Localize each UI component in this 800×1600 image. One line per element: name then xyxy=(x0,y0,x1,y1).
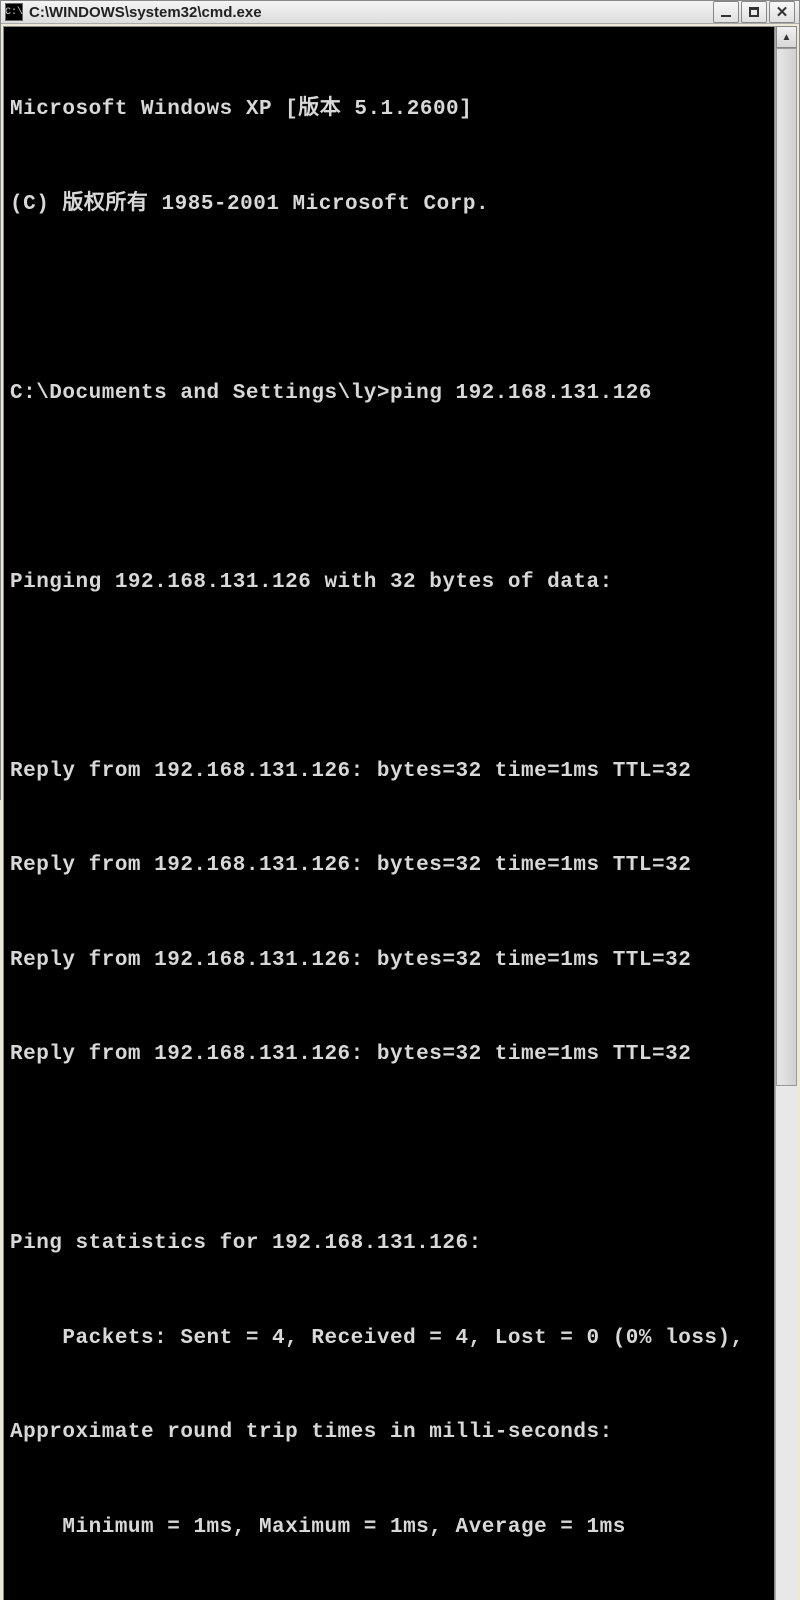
terminal-blank xyxy=(10,283,768,315)
vertical-scrollbar[interactable]: ▲ ▼ xyxy=(775,26,797,1600)
terminal-blank xyxy=(10,1134,768,1166)
terminal-line: Microsoft Windows XP [版本 5.1.2600] xyxy=(10,94,768,126)
minimize-button[interactable] xyxy=(713,1,739,23)
terminal-line: Minimum = 1ms, Maximum = 1ms, Average = … xyxy=(10,1512,768,1544)
terminal-line: Reply from 192.168.131.126: bytes=32 tim… xyxy=(10,1039,768,1071)
cmd-window: C:\ C:\WINDOWS\system32\cmd.exe ✕ Micros… xyxy=(0,0,800,800)
window-title: C:\WINDOWS\system32\cmd.exe xyxy=(29,4,713,21)
terminal-output[interactable]: Microsoft Windows XP [版本 5.1.2600] (C) 版… xyxy=(3,26,775,1600)
terminal-line: Reply from 192.168.131.126: bytes=32 tim… xyxy=(10,850,768,882)
maximize-button[interactable] xyxy=(741,1,767,23)
close-button[interactable]: ✕ xyxy=(769,1,795,23)
terminal-line: Packets: Sent = 4, Received = 4, Lost = … xyxy=(10,1323,768,1355)
terminal-line: Approximate round trip times in milli-se… xyxy=(10,1417,768,1449)
scroll-up-button[interactable]: ▲ xyxy=(776,26,797,48)
titlebar[interactable]: C:\ C:\WINDOWS\system32\cmd.exe ✕ xyxy=(1,1,799,24)
close-icon: ✕ xyxy=(776,5,789,20)
cmd-icon: C:\ xyxy=(5,3,23,21)
terminal-line: Pinging 192.168.131.126 with 32 bytes of… xyxy=(10,567,768,599)
scroll-track[interactable] xyxy=(776,48,797,1600)
terminal-line: (C) 版权所有 1985-2001 Microsoft Corp. xyxy=(10,189,768,221)
window-controls: ✕ xyxy=(713,1,795,23)
maximize-icon xyxy=(749,7,759,17)
terminal-blank xyxy=(10,472,768,504)
terminal-line: C:\Documents and Settings\ly>ping 192.16… xyxy=(10,378,768,410)
terminal-blank xyxy=(10,661,768,693)
minimize-icon xyxy=(721,15,731,17)
scroll-thumb[interactable] xyxy=(776,48,797,1086)
terminal-line: Ping statistics for 192.168.131.126: xyxy=(10,1228,768,1260)
content-area: Microsoft Windows XP [版本 5.1.2600] (C) 版… xyxy=(1,24,799,1600)
terminal-line: Reply from 192.168.131.126: bytes=32 tim… xyxy=(10,945,768,977)
chevron-up-icon: ▲ xyxy=(782,32,792,43)
terminal-line: Reply from 192.168.131.126: bytes=32 tim… xyxy=(10,756,768,788)
